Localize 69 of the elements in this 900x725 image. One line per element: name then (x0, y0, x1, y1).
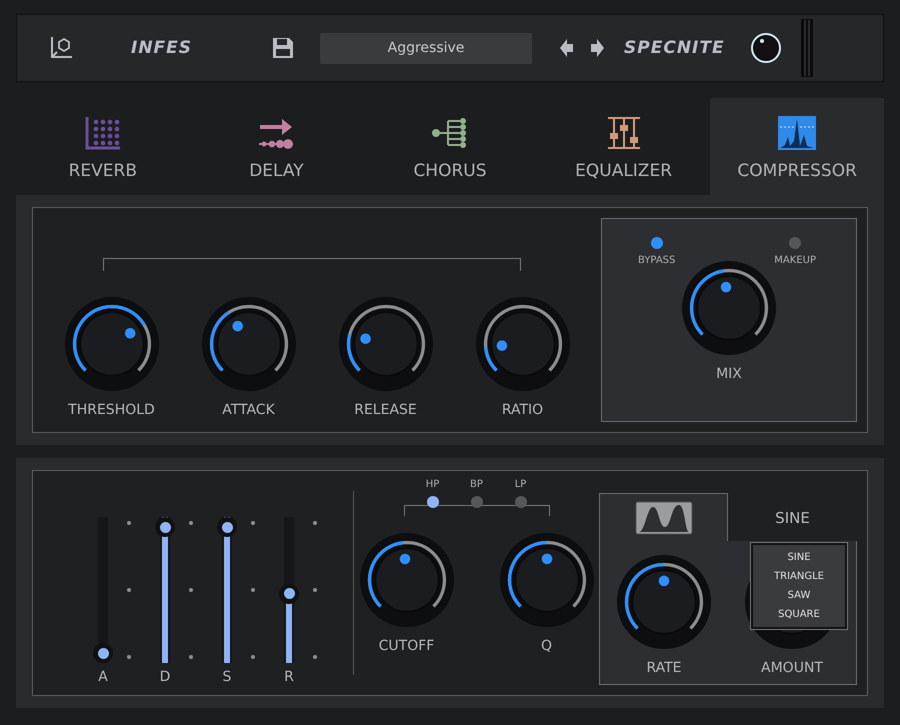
filter-mode-label: HP (426, 479, 440, 490)
knob[interactable] (498, 532, 594, 628)
scale-dot (251, 655, 255, 659)
waveform-icon (634, 500, 692, 534)
preset-field[interactable]: Aggressive (320, 32, 532, 64)
knob[interactable] (64, 296, 160, 392)
knob[interactable] (474, 296, 570, 392)
scale-dot (127, 521, 131, 525)
scale-dot (313, 655, 317, 659)
compressor-icon (777, 115, 818, 151)
knob[interactable] (200, 296, 296, 392)
effect-tab[interactable]: COMPRESSOR (710, 98, 884, 195)
scale-dot (127, 588, 131, 592)
slider-label: R (284, 669, 294, 685)
knob[interactable] (338, 296, 434, 392)
effect-tab[interactable]: EQUALIZER (536, 98, 710, 195)
save-icon[interactable] (272, 37, 294, 59)
slider-label: D (160, 669, 170, 685)
mode-label: BYPASS (638, 255, 676, 266)
volume-knob-icon[interactable] (750, 33, 781, 63)
slider-thumb[interactable] (279, 584, 299, 604)
knob-label: Q (540, 638, 552, 654)
filter-mode-dot[interactable] (514, 496, 526, 508)
scale-dot (127, 655, 131, 659)
menu-item[interactable]: SINE (753, 548, 845, 567)
brand-logo: SPECNITE (624, 38, 725, 58)
effect-tab[interactable]: REVERB (16, 98, 190, 195)
logo: INFES (131, 38, 192, 58)
slider-label: A (98, 669, 108, 685)
filter-mode-dot[interactable] (470, 496, 482, 508)
scale-dot (251, 521, 255, 525)
menu-item[interactable]: TRIANGLE (753, 567, 845, 586)
scale-dot (189, 521, 193, 525)
waveform-tab[interactable] (599, 493, 728, 541)
mode-dot[interactable] (789, 237, 802, 249)
filter-mode-label: LP (514, 479, 526, 490)
knob-label: RELEASE (354, 402, 417, 418)
filter-mode-dot[interactable] (426, 496, 438, 508)
cube-axes-icon[interactable] (49, 36, 73, 60)
knob-label: CUTOFF (378, 638, 434, 654)
arrow-left-icon[interactable] (560, 38, 574, 58)
knob[interactable] (616, 554, 712, 650)
mode-dot[interactable] (650, 237, 663, 249)
reverb-icon (82, 115, 123, 151)
filter-mode-label: BP (470, 479, 483, 490)
level-meter-icon (800, 19, 813, 77)
knob-label: MIX (716, 366, 742, 382)
effect-tab[interactable]: CHORUS (363, 98, 537, 195)
slider-label: S (222, 669, 232, 685)
arrow-right-icon[interactable] (590, 38, 604, 58)
menu-item[interactable]: SQUARE (753, 605, 845, 624)
knob-label: ATTACK (222, 402, 275, 418)
slider-thumb[interactable] (155, 517, 175, 537)
scale-dot (189, 588, 193, 592)
scale-dot (313, 521, 317, 525)
knob-label: RATE (646, 660, 682, 676)
knob[interactable] (358, 532, 454, 628)
mode-label: MAKEUP (774, 255, 816, 266)
effect-tab[interactable]: DELAY (190, 98, 364, 195)
knob[interactable] (681, 260, 777, 356)
scale-dot (251, 588, 255, 592)
knob-label: THRESHOLD (68, 402, 155, 418)
knob-label: RATIO (502, 402, 544, 418)
scale-dot (189, 655, 193, 659)
knob-label: AMOUNT (761, 660, 823, 676)
menu-item[interactable]: SAW (753, 586, 845, 605)
scale-dot (313, 588, 317, 592)
slider-thumb[interactable] (93, 643, 113, 663)
slider-thumb[interactable] (217, 517, 237, 537)
